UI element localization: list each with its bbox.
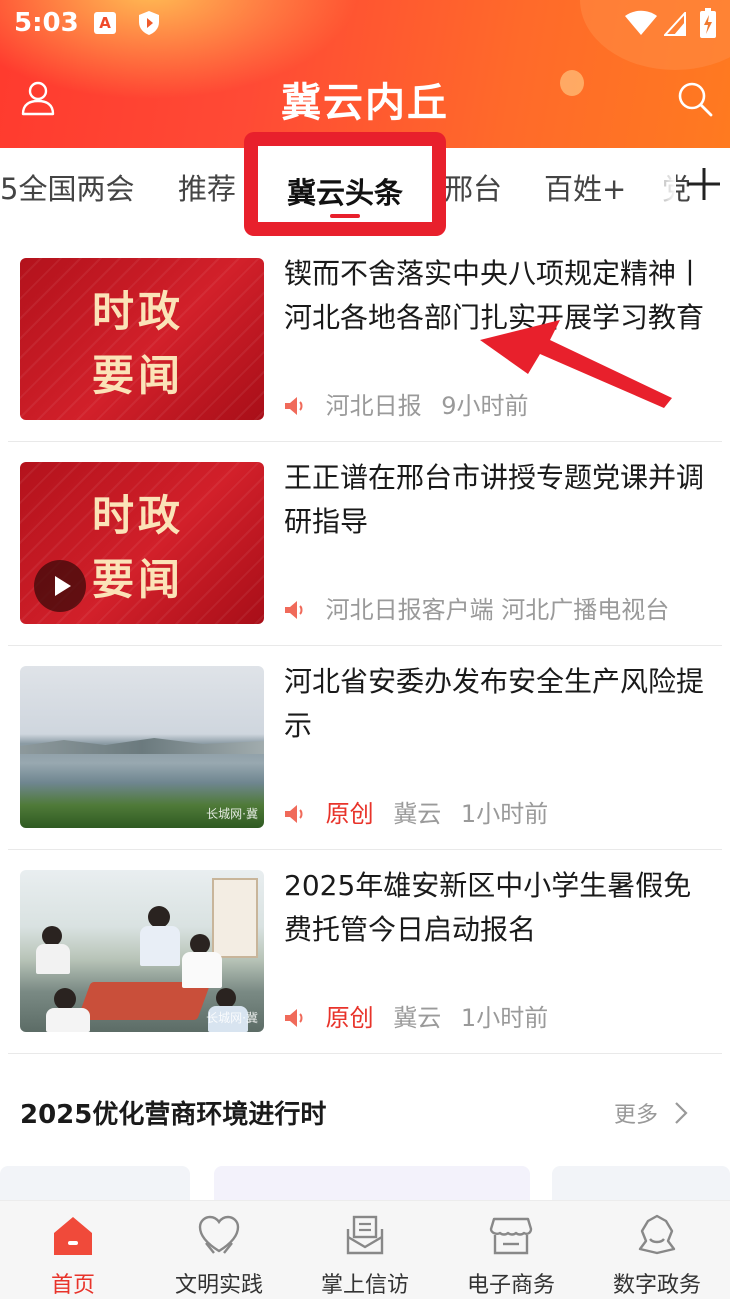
status-bar: 5:03 A [0,0,730,50]
thumbnail-watermark: 长城网·冀 [206,807,258,821]
speaker-icon[interactable] [284,1008,308,1028]
news-meta: 原创 冀云 1小时前 [284,998,548,1033]
app-title: 冀云内丘 [281,79,449,126]
bottom-nav: 首页 文明实践 掌上信访 电子商务 数字政务 [0,1200,730,1299]
tab-fade [636,148,676,224]
news-title[interactable]: 2025年雄安新区中小学生暑假免费托管今日启动报名 [284,864,716,952]
nav-gov[interactable]: 数字政务 [584,1201,730,1299]
app-header: 5:03 A 冀云内丘 [0,0,730,148]
thumbnail-watermark: 长城网·冀 [206,1011,258,1025]
play-icon[interactable] [34,560,86,612]
section-card[interactable] [0,1166,190,1202]
thumbnail-text: 时政 [92,287,185,336]
app-notification-icon: A [94,12,116,34]
battery-icon [700,8,716,38]
nav-civilization[interactable]: 文明实践 [146,1201,292,1299]
news-source: 河北日报 [325,392,422,420]
nav-label: 数字政务 [612,1273,701,1298]
tab-underline [330,214,360,218]
section-card[interactable] [214,1166,530,1202]
nav-ecommerce[interactable]: 电子商务 [438,1201,584,1299]
tab-jiyun-headline[interactable]: 冀云头条 [258,170,432,212]
search-icon[interactable] [676,80,714,118]
news-thumbnail: 长城网·冀 [20,666,264,828]
news-item[interactable]: 长城网·冀 河北省安委办发布安全生产风险提示 原创 冀云 1小时前 [0,665,730,870]
thumbnail-text: 要闻 [92,555,185,604]
news-thumbnail: 时政 要闻 [20,258,264,420]
shop-icon [489,1217,533,1255]
news-source: 冀云 [393,1004,442,1032]
news-title[interactable]: 王正谱在邢台市讲授专题党课并调研指导 [284,456,716,544]
heart-hands-icon [198,1215,240,1254]
section-card[interactable] [552,1166,730,1202]
news-item[interactable]: 时政 要闻 王正谱在邢台市讲授专题党课并调研指导 河北日报客户端 河北广播电视台 [0,461,730,666]
wifi-icon [625,10,657,35]
thumbnail-text: 要闻 [92,351,185,400]
mail-icon [346,1215,384,1255]
gov-icon [638,1214,676,1255]
news-time: 1小时前 [460,800,549,828]
nav-label: 文明实践 [174,1273,263,1298]
nav-label: 首页 [50,1273,95,1298]
tab-baixing[interactable]: 百姓+ [544,166,626,208]
speaker-icon[interactable] [284,804,308,824]
add-channel-icon[interactable] [686,166,722,202]
nav-home[interactable]: 首页 [0,1201,146,1299]
speaker-icon[interactable] [284,600,308,620]
news-source: 河北日报客户端 河北广播电视台 [325,596,670,624]
news-title[interactable]: 河北省安委办发布安全生产风险提示 [284,660,716,748]
original-badge: 原创 [325,1004,374,1032]
news-meta: 河北日报客户端 河北广播电视台 [284,590,681,625]
status-time: 5:03 [14,8,79,38]
tab-xingtai[interactable]: 邢台 [444,166,502,208]
more-link[interactable]: 更多 [614,1097,658,1129]
news-thumbnail: 长城网·冀 [20,870,264,1032]
home-icon [54,1217,92,1255]
nav-label: 电子商务 [466,1273,555,1298]
news-source: 冀云 [393,800,442,828]
news-meta: 原创 冀云 1小时前 [284,794,548,829]
section-title: 2025优化营商环境进行时 [20,1100,327,1130]
nav-petition[interactable]: 掌上信访 [292,1201,438,1299]
original-badge: 原创 [325,800,374,828]
tab-recommend[interactable]: 推荐 [178,166,236,208]
signal-icon [664,12,686,36]
tab-lianghui[interactable]: 5全国两会 [0,166,134,208]
news-thumbnail: 时政 要闻 [20,462,264,624]
news-time: 1小时前 [460,1004,549,1032]
speaker-icon[interactable] [284,396,308,416]
tab-highlight-box: 冀云头条 [244,132,446,236]
shield-icon [139,11,159,35]
section-cards [0,1166,730,1202]
news-item[interactable]: 长城网·冀 2025年雄安新区中小学生暑假免费托管今日启动报名 原创 冀云 1小… [0,869,730,1074]
chevron-right-icon[interactable] [672,1101,690,1125]
thumbnail-text: 时政 [92,491,185,540]
nav-label: 掌上信访 [320,1273,409,1298]
annotation-arrow [480,320,672,408]
